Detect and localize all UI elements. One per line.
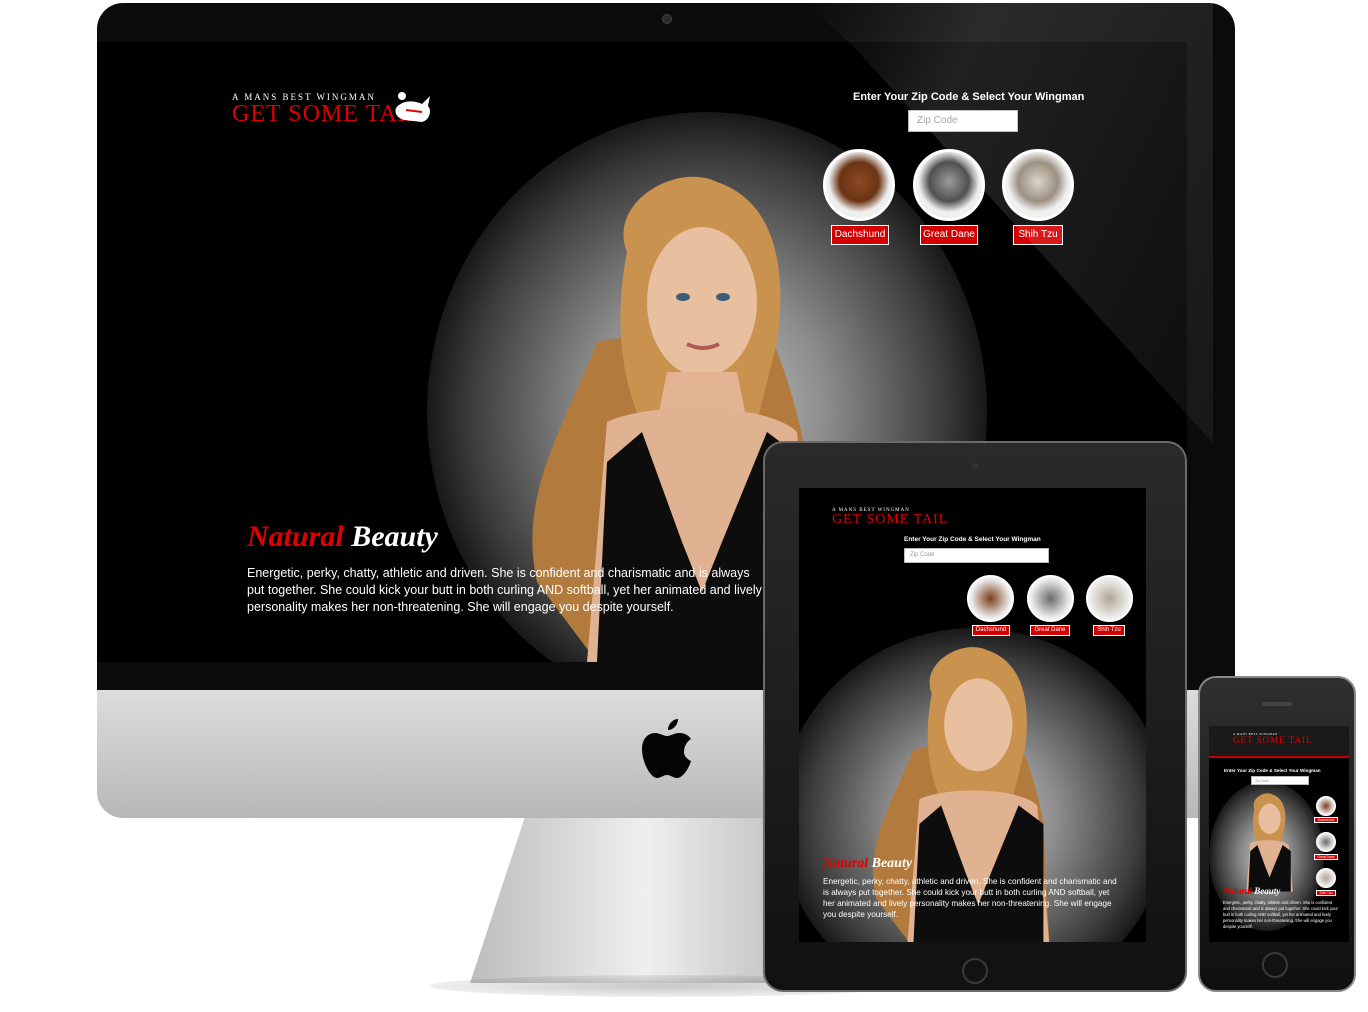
shih-tzu-button[interactable]: Shih Tzu <box>1013 225 1063 245</box>
ipad-great-dane-icon[interactable] <box>1027 575 1074 622</box>
iphone-shih-tzu-button[interactable]: Shih Tzu <box>1316 890 1336 896</box>
ipad-shih-tzu-button[interactable]: Shih Tzu <box>1093 625 1125 636</box>
ipad-great-dane-button[interactable]: Great Dane <box>1030 625 1070 636</box>
brand-logo[interactable]: A MANS BEST WINGMAN GET SOME TAIL <box>232 92 430 126</box>
headline-white: Beauty <box>351 520 438 553</box>
ipad-home-button[interactable] <box>962 958 988 984</box>
imac-camera <box>662 14 672 24</box>
iphone-dachshund-icon[interactable] <box>1316 796 1336 816</box>
headline-red: Natural <box>247 520 344 553</box>
iphone-home-button[interactable] <box>1262 952 1288 978</box>
iphone-headline-red: Natural <box>1223 886 1253 896</box>
iphone-brand-logo[interactable]: A MANS BEST WINGMAN GET SOME TAIL <box>1233 732 1312 745</box>
iphone-feature-headline: Natural Beauty <box>1223 886 1280 896</box>
wingman-title: Enter Your Zip Code & Select Your Wingma… <box>853 91 1085 103</box>
iphone-great-dane-button[interactable]: Great Dane <box>1314 854 1338 860</box>
dachshund-icon[interactable] <box>823 149 895 221</box>
ipad-brand-name: GET SOME TAIL <box>832 512 949 527</box>
ipad-camera <box>972 463 978 469</box>
zip-code-input[interactable]: Zip Code <box>908 110 1018 132</box>
great-dane-button[interactable]: Great Dane <box>920 225 978 245</box>
ipad-brand-logo[interactable]: A MANS BEST WINGMAN GET SOME TAIL <box>832 508 948 527</box>
iphone-speaker <box>1262 702 1292 706</box>
ipad-wingman-title: Enter Your Zip Code & Select Your Wingma… <box>904 536 1041 543</box>
iphone-screen: A MANS BEST WINGMAN GET SOME TAIL Enter … <box>1209 726 1349 942</box>
ipad-dachshund-icon[interactable] <box>967 575 1014 622</box>
great-dane-icon[interactable] <box>913 149 985 221</box>
iphone-headline-white: Beauty <box>1254 886 1281 896</box>
ipad-headline-red: Natural <box>823 856 869 871</box>
ipad-shih-tzu-icon[interactable] <box>1086 575 1133 622</box>
iphone-dachshund-button[interactable]: Dachshund <box>1314 817 1338 823</box>
feature-headline: Natural Beauty <box>247 520 438 554</box>
iphone-shih-tzu-icon[interactable] <box>1316 868 1336 888</box>
ipad-screen: A MANS BEST WINGMAN GET SOME TAIL Enter … <box>799 488 1146 942</box>
ipad-feature-headline: Natural Beauty <box>823 856 912 872</box>
iphone-feature-description: Energetic, perky, chatty, athletic and d… <box>1223 900 1338 929</box>
dog-logo-icon <box>395 92 430 122</box>
ipad-headline-white: Beauty <box>871 856 913 871</box>
iphone-great-dane-icon[interactable] <box>1316 832 1336 852</box>
ipad-dachshund-button[interactable]: Dachshund <box>972 625 1010 636</box>
dachshund-button[interactable]: Dachshund <box>831 225 889 245</box>
apple-icon <box>642 719 691 778</box>
iphone-brand-name: GET SOME TAIL <box>1233 735 1313 745</box>
ipad-feature-description: Energetic, perky, chatty, athletic and d… <box>823 877 1117 919</box>
feature-description: Energetic, perky, chatty, athletic and d… <box>247 566 762 614</box>
ipad-zip-code-input[interactable]: Zip Code <box>904 548 1049 563</box>
iphone-model-photo <box>1246 793 1293 892</box>
iphone-zip-code-input[interactable]: Zip Code <box>1251 776 1309 785</box>
iphone-wingman-title: Enter Your Zip Code & Select Your Wingma… <box>1224 768 1321 773</box>
shih-tzu-icon[interactable] <box>1002 149 1074 221</box>
